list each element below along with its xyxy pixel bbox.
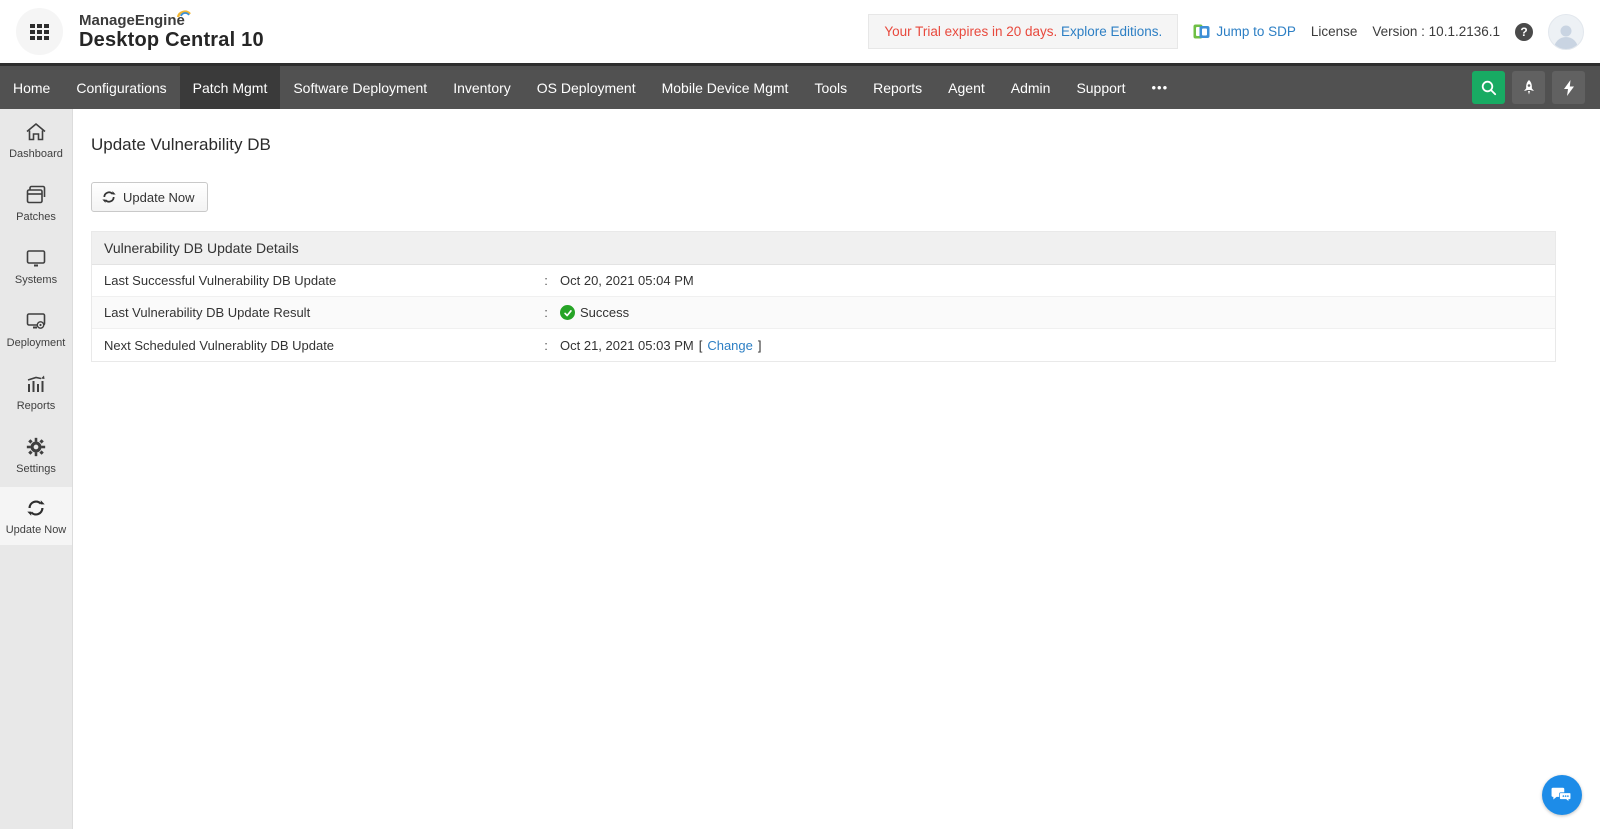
main-content: Update Vulnerability DB Update Now Vulne… — [73, 109, 1600, 829]
app-launcher-button[interactable] — [16, 8, 63, 55]
rocket-icon — [1520, 79, 1538, 97]
chart-icon — [24, 373, 48, 395]
lightning-icon — [1561, 79, 1577, 97]
nav-inventory[interactable]: Inventory — [440, 66, 524, 109]
patches-icon — [24, 184, 48, 206]
bracket-open: [ — [699, 338, 703, 353]
nav-configurations[interactable]: Configurations — [63, 66, 179, 109]
success-check-icon — [560, 305, 575, 320]
sidebar-item-reports[interactable]: Reports — [0, 361, 72, 424]
search-button[interactable] — [1472, 71, 1505, 104]
page-title: Update Vulnerability DB — [91, 135, 1600, 155]
sidebar-item-dashboard[interactable]: Dashboard — [0, 109, 72, 172]
update-now-button[interactable]: Update Now — [91, 182, 208, 212]
nav-support[interactable]: Support — [1063, 66, 1138, 109]
home-icon — [24, 121, 48, 143]
sidebar-item-deployment[interactable]: Deployment — [0, 298, 72, 361]
trial-notice: Your Trial expires in 20 days. Explore E… — [868, 14, 1178, 49]
nav-mobile-device-mgmt[interactable]: Mobile Device Mgmt — [649, 66, 802, 109]
help-icon[interactable]: ? — [1515, 23, 1533, 41]
sidebar-item-systems[interactable]: Systems — [0, 235, 72, 298]
nav-reports[interactable]: Reports — [860, 66, 935, 109]
sdp-icon — [1193, 23, 1210, 40]
sidebar-item-patches[interactable]: Patches — [0, 172, 72, 235]
chat-bubbles-icon — [1551, 785, 1573, 805]
explore-editions-link[interactable]: Explore Editions. — [1061, 24, 1162, 39]
monitor-icon — [24, 247, 48, 269]
nav-agent[interactable]: Agent — [935, 66, 998, 109]
person-icon — [1552, 21, 1580, 49]
top-header: ManageEngine Desktop Central 10 Your Tri… — [0, 0, 1600, 63]
table-row-last-successful-update: Last Successful Vulnerability DB Update … — [92, 265, 1555, 297]
getting-started-button[interactable] — [1512, 71, 1545, 104]
header-right-group: Your Trial expires in 20 days. Explore E… — [868, 14, 1584, 50]
vulnerability-db-details-table: Vulnerability DB Update Details Last Suc… — [91, 231, 1556, 362]
gear-icon — [24, 436, 48, 458]
nav-more-menu[interactable]: ••• — [1138, 66, 1181, 109]
table-row-last-update-result: Last Vulnerability DB Update Result : Su… — [92, 297, 1555, 329]
bracket-close: ] — [758, 338, 762, 353]
status-badge: Success — [580, 305, 629, 320]
left-sidebar: Dashboard Patches Systems — [0, 109, 73, 829]
search-icon — [1480, 79, 1498, 97]
sidebar-item-settings[interactable]: Settings — [0, 424, 72, 487]
manageengine-logo-text: ManageEngine — [79, 13, 185, 30]
brand-line1: ManageEngine — [79, 12, 185, 29]
nav-admin[interactable]: Admin — [998, 66, 1064, 109]
jump-to-sdp-link[interactable]: Jump to SDP — [1193, 23, 1296, 40]
trial-message: Your Trial expires in 20 days. — [884, 24, 1057, 39]
table-row-next-scheduled-update: Next Scheduled Vulnerablity DB Update : … — [92, 329, 1555, 361]
table-header: Vulnerability DB Update Details — [92, 232, 1555, 265]
quick-actions-button[interactable] — [1552, 71, 1585, 104]
product-title: Desktop Central 10 — [79, 29, 264, 51]
brand-logo: ManageEngine Desktop Central 10 — [79, 12, 264, 52]
last-update-timestamp: Oct 20, 2021 05:04 PM — [560, 273, 694, 288]
apps-grid-icon — [30, 24, 49, 40]
nav-home[interactable]: Home — [0, 66, 63, 109]
license-link[interactable]: License — [1311, 24, 1358, 39]
refresh-icon — [101, 189, 117, 205]
nav-patch-mgmt[interactable]: Patch Mgmt — [180, 66, 281, 109]
nav-software-deployment[interactable]: Software Deployment — [280, 66, 440, 109]
nav-os-deployment[interactable]: OS Deployment — [524, 66, 649, 109]
refresh-icon — [24, 497, 48, 519]
nav-right-icons — [1472, 66, 1600, 109]
page-shell: Dashboard Patches Systems — [0, 109, 1600, 829]
change-schedule-link[interactable]: Change — [707, 338, 753, 353]
user-avatar[interactable] — [1548, 14, 1584, 50]
monitor-gear-icon — [24, 310, 48, 332]
nav-tools[interactable]: Tools — [801, 66, 860, 109]
chat-support-button[interactable] — [1542, 775, 1582, 815]
sidebar-item-update-now[interactable]: Update Now — [0, 487, 72, 545]
logo-swoosh-icon — [176, 8, 192, 20]
main-navbar: Home Configurations Patch Mgmt Software … — [0, 63, 1600, 109]
next-update-timestamp: Oct 21, 2021 05:03 PM — [560, 338, 694, 353]
version-label: Version : 10.1.2136.1 — [1372, 24, 1500, 39]
